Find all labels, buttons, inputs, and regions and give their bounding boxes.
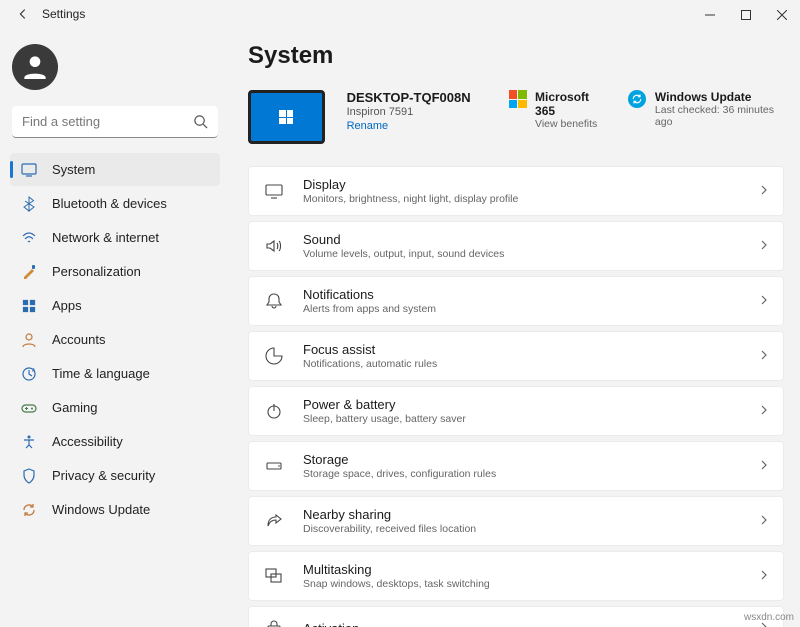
windows-update-link[interactable]: Windows Update Last checked: 36 minutes …: [628, 90, 784, 128]
sidebar-item-label: Network & internet: [52, 230, 159, 245]
microsoft-365-icon: [509, 90, 527, 108]
chevron-right-icon: [759, 512, 769, 530]
card-title: Display: [303, 177, 741, 192]
notif-icon: [263, 290, 285, 312]
sidebar-item-gaming[interactable]: Gaming: [10, 391, 220, 424]
user-avatar[interactable]: [12, 44, 58, 90]
card-title: Sound: [303, 232, 741, 247]
back-button[interactable]: [16, 7, 30, 24]
maximize-button[interactable]: [728, 0, 764, 30]
card-subtitle: Snap windows, desktops, task switching: [303, 578, 741, 590]
sidebar-item-update[interactable]: Windows Update: [10, 493, 220, 526]
sidebar-item-clock[interactable]: A Time & language: [10, 357, 220, 390]
card-title: Activation: [303, 621, 741, 627]
card-title: Nearby sharing: [303, 507, 741, 522]
search-input[interactable]: [12, 106, 218, 138]
privacy-icon: [20, 467, 38, 485]
wifi-icon: [20, 229, 38, 247]
sidebar-item-label: Privacy & security: [52, 468, 155, 483]
card-activ[interactable]: Activation: [248, 606, 784, 627]
sidebar-item-label: Apps: [52, 298, 82, 313]
gaming-icon: [20, 399, 38, 417]
device-name: DESKTOP-TQF008N: [347, 90, 487, 105]
chevron-right-icon: [759, 347, 769, 365]
card-title: Power & battery: [303, 397, 741, 412]
chevron-right-icon: [759, 237, 769, 255]
sidebar-item-label: Personalization: [52, 264, 141, 279]
device-thumbnail: [248, 90, 325, 144]
sidebar-item-label: Accounts: [52, 332, 105, 347]
bluetooth-icon: [20, 195, 38, 213]
card-notif[interactable]: NotificationsAlerts from apps and system: [248, 276, 784, 326]
card-title: Notifications: [303, 287, 741, 302]
sound-icon: [263, 235, 285, 257]
card-sound[interactable]: SoundVolume levels, output, input, sound…: [248, 221, 784, 271]
chevron-right-icon: [759, 402, 769, 420]
ms365-title: Microsoft 365: [535, 90, 606, 118]
chevron-right-icon: [759, 457, 769, 475]
card-title: Focus assist: [303, 342, 741, 357]
card-subtitle: Sleep, battery usage, battery saver: [303, 413, 741, 425]
account-icon: [20, 331, 38, 349]
sidebar-item-system[interactable]: System: [10, 153, 220, 186]
card-title: Storage: [303, 452, 741, 467]
sidebar-item-label: Gaming: [52, 400, 98, 415]
wupdate-title: Windows Update: [655, 90, 784, 104]
sidebar-item-label: Accessibility: [52, 434, 123, 449]
wupdate-sub: Last checked: 36 minutes ago: [655, 104, 784, 128]
sidebar-item-label: System: [52, 162, 95, 177]
chevron-right-icon: [759, 292, 769, 310]
card-subtitle: Volume levels, output, input, sound devi…: [303, 248, 741, 260]
window-title: Settings: [42, 7, 85, 21]
card-subtitle: Storage space, drives, configuration rul…: [303, 468, 741, 480]
sidebar-item-label: Time & language: [52, 366, 150, 381]
close-button[interactable]: [764, 0, 800, 30]
sidebar-item-access[interactable]: Accessibility: [10, 425, 220, 458]
sidebar-item-label: Bluetooth & devices: [52, 196, 167, 211]
card-subtitle: Monitors, brightness, night light, displ…: [303, 193, 741, 205]
activ-icon: [263, 617, 285, 627]
card-title: Multitasking: [303, 562, 741, 577]
display-icon: [263, 180, 285, 202]
system-icon: [20, 161, 38, 179]
focus-icon: [263, 345, 285, 367]
access-icon: [20, 433, 38, 451]
card-storage[interactable]: StorageStorage space, drives, configurat…: [248, 441, 784, 491]
clock-icon: A: [20, 365, 38, 383]
chevron-right-icon: [759, 567, 769, 585]
watermark: wsxdn.com: [744, 612, 794, 623]
search-icon: [193, 114, 208, 134]
card-share[interactable]: Nearby sharingDiscoverability, received …: [248, 496, 784, 546]
sidebar-item-wifi[interactable]: Network & internet: [10, 221, 220, 254]
storage-icon: [263, 455, 285, 477]
device-model: Inspiron 7591: [347, 106, 487, 118]
share-icon: [263, 510, 285, 532]
card-subtitle: Notifications, automatic rules: [303, 358, 741, 370]
sidebar-item-apps[interactable]: Apps: [10, 289, 220, 322]
card-display[interactable]: DisplayMonitors, brightness, night light…: [248, 166, 784, 216]
sidebar-item-label: Windows Update: [52, 502, 150, 517]
minimize-button[interactable]: [692, 0, 728, 30]
multi-icon: [263, 565, 285, 587]
page-title: System: [248, 42, 784, 70]
windows-update-icon: [628, 90, 646, 108]
sidebar-item-paint[interactable]: Personalization: [10, 255, 220, 288]
card-focus[interactable]: Focus assistNotifications, automatic rul…: [248, 331, 784, 381]
update-icon: [20, 501, 38, 519]
card-subtitle: Alerts from apps and system: [303, 303, 741, 315]
paint-icon: [20, 263, 38, 281]
ms365-sub: View benefits: [535, 118, 606, 130]
apps-icon: [20, 297, 38, 315]
sidebar-item-account[interactable]: Accounts: [10, 323, 220, 356]
sidebar-item-privacy[interactable]: Privacy & security: [10, 459, 220, 492]
rename-link[interactable]: Rename: [347, 120, 487, 132]
microsoft-365-link[interactable]: Microsoft 365 View benefits: [509, 90, 607, 130]
chevron-right-icon: [759, 182, 769, 200]
card-multi[interactable]: MultitaskingSnap windows, desktops, task…: [248, 551, 784, 601]
card-subtitle: Discoverability, received files location: [303, 523, 741, 535]
card-power[interactable]: Power & batterySleep, battery usage, bat…: [248, 386, 784, 436]
power-icon: [263, 400, 285, 422]
sidebar-item-bluetooth[interactable]: Bluetooth & devices: [10, 187, 220, 220]
